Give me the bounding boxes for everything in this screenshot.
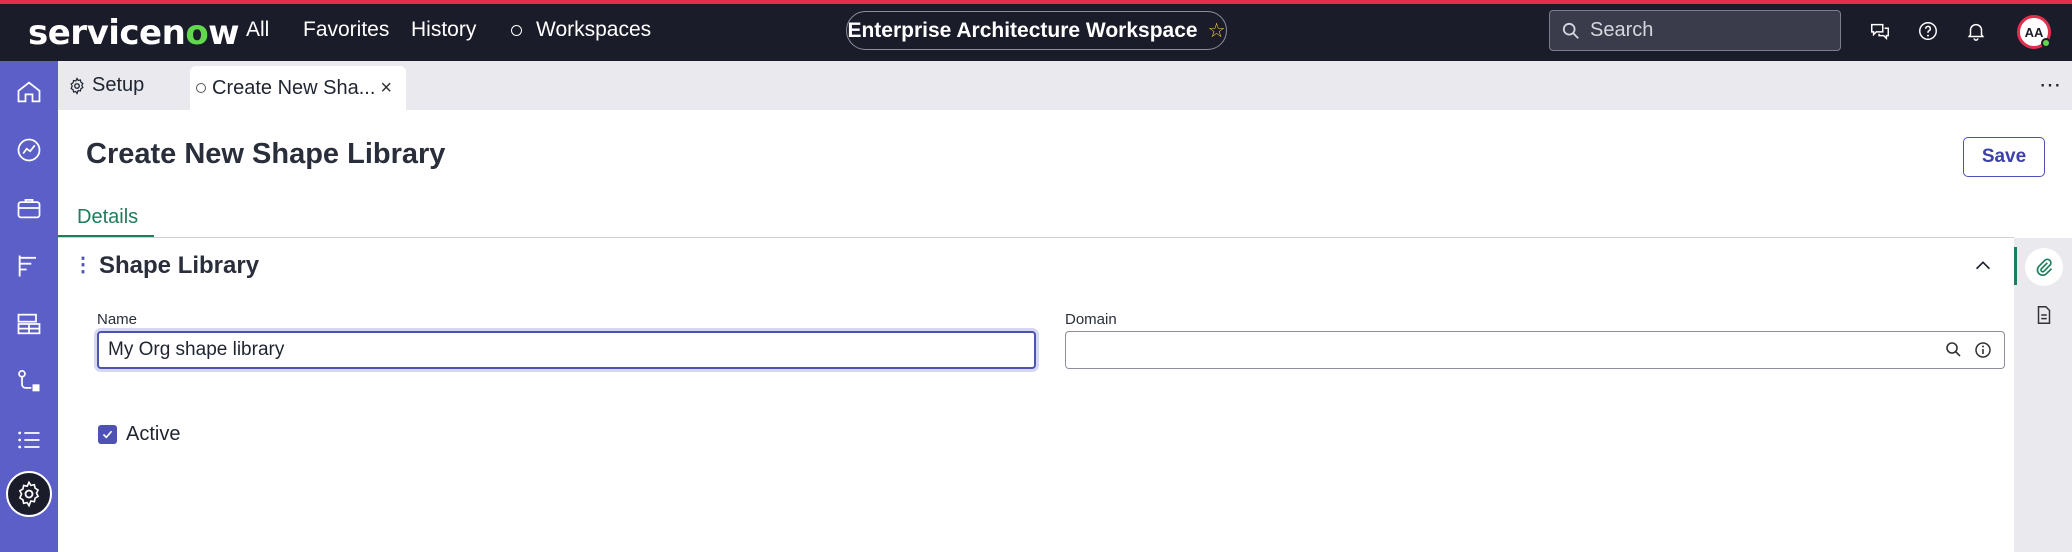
top-navigation-bar: servicenow All Favorites History Workspa… (0, 0, 2072, 61)
workflow-icon[interactable] (14, 367, 44, 397)
database-table-icon[interactable] (14, 309, 44, 339)
nav-all-label: All (246, 18, 270, 41)
search-icon (1562, 22, 1579, 39)
dashboard-icon[interactable] (14, 135, 44, 165)
chat-icon[interactable] (1867, 18, 1893, 44)
star-icon[interactable]: ☆ (1208, 18, 1226, 43)
divider (58, 237, 2014, 238)
nav-workspaces-label: Workspaces (536, 18, 652, 41)
help-icon[interactable] (1915, 18, 1941, 44)
nav-all[interactable]: All (246, 18, 269, 42)
roadmap-icon[interactable] (14, 251, 44, 281)
unsaved-indicator-icon (196, 83, 206, 93)
nav-favorites[interactable]: Favorites (303, 18, 389, 42)
servicenow-logo[interactable]: servicenow (28, 13, 240, 53)
right-rail-active-indicator (2014, 247, 2017, 285)
list-icon[interactable] (14, 425, 44, 455)
search-placeholder: Search (1590, 19, 1654, 41)
page-title: Create New Shape Library (86, 138, 446, 170)
paperclip-icon[interactable] (2025, 248, 2063, 286)
workspace-title-pill[interactable]: Enterprise Architecture Workspace ☆ (846, 11, 1227, 50)
info-icon[interactable] (1973, 340, 1993, 360)
settings-gear-icon[interactable] (6, 471, 52, 517)
tab-create-new-shape-library[interactable]: Create New Sha... × (190, 66, 406, 110)
avatar-initials: AA (2024, 24, 2044, 40)
name-field[interactable] (97, 331, 1036, 369)
tab-create-label: Create New Sha... (212, 76, 376, 99)
presence-status-dot (2041, 38, 2051, 48)
left-sidebar (0, 61, 58, 552)
workspace-title: Enterprise Architecture Workspace (847, 18, 1198, 42)
close-tab-icon[interactable]: × (380, 77, 392, 100)
tab-setup[interactable]: Setup (68, 61, 144, 110)
checkmark-icon (102, 430, 113, 439)
lookup-search-icon[interactable] (1944, 340, 1964, 360)
section-title: Shape Library (99, 252, 260, 279)
nav-history-label: History (411, 18, 477, 41)
chevron-up-icon[interactable] (1972, 255, 1994, 277)
home-icon[interactable] (14, 77, 44, 107)
active-checkbox-label: Active (126, 423, 181, 445)
drag-handle-icon[interactable]: ⋮ (73, 255, 93, 275)
tab-setup-label: Setup (92, 74, 145, 96)
domain-field[interactable] (1065, 331, 2005, 369)
tab-details[interactable]: Details (77, 206, 138, 229)
active-checkbox[interactable] (98, 425, 117, 444)
tab-strip: Setup Create New Sha... × ⋯ (58, 61, 2072, 110)
nav-workspaces[interactable]: Workspaces (511, 18, 651, 42)
save-button[interactable]: Save (1963, 137, 2045, 177)
briefcase-icon[interactable] (14, 193, 44, 223)
bell-icon[interactable] (1963, 18, 1989, 44)
nav-history[interactable]: History (411, 18, 476, 42)
global-search-input[interactable]: Search (1549, 10, 1841, 51)
gear-icon (70, 76, 84, 95)
nav-favorites-label: Favorites (303, 18, 390, 41)
user-avatar[interactable]: AA (2017, 15, 2051, 49)
name-field-label: Name (97, 311, 138, 328)
workspace-circle-icon (511, 24, 522, 36)
document-icon[interactable] (2033, 304, 2055, 326)
more-options-icon[interactable]: ⋯ (2039, 72, 2061, 98)
domain-field-label: Domain (1065, 311, 1117, 328)
